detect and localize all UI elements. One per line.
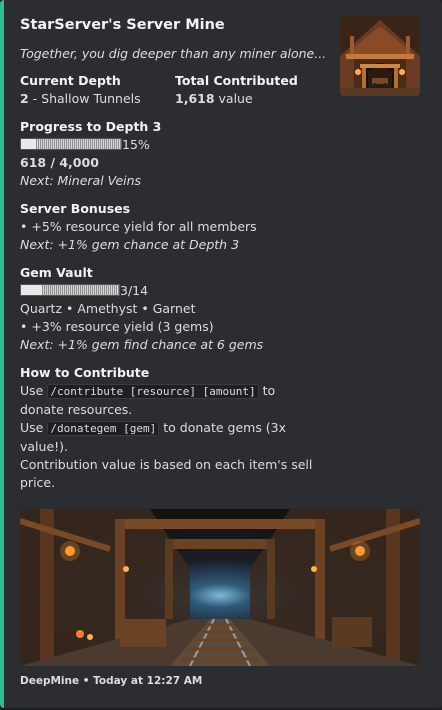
field-value: 1,618 value xyxy=(175,90,298,108)
gem-next: Next: +1% gem find chance at 6 gems xyxy=(20,337,264,352)
footer-separator: • xyxy=(79,675,94,687)
depth-label: - Shallow Tunnels xyxy=(28,91,141,106)
field-name: Current Depth xyxy=(20,73,121,88)
bonus-next: Next: +1% gem chance at Depth 3 xyxy=(20,237,240,252)
embed-description: Together, you dig deeper than any miner … xyxy=(20,46,327,61)
field-current-depth: Current Depth 2 - Shallow Tunnels xyxy=(20,73,141,108)
mine-tunnel-image[interactable] xyxy=(20,509,420,666)
bonus-line: • +5% resource yield for all members xyxy=(20,219,257,234)
field-value: 2 - Shallow Tunnels xyxy=(20,90,141,108)
contributed-amount: 1,618 xyxy=(175,91,215,106)
gem-count: 3/14 xyxy=(120,283,149,298)
howto-line: donate resources. xyxy=(20,402,133,417)
mine-entrance-icon[interactable] xyxy=(340,16,420,96)
progress-next: Next: Mineral Veins xyxy=(20,173,142,188)
gem-progress-fill xyxy=(21,285,42,295)
bot-embed: StarServer's Server Mine Together, you d… xyxy=(0,0,442,708)
field-progress: Progress to Depth 3 15% 618 / 4,000 Next… xyxy=(20,119,161,190)
field-gem-vault: Gem Vault 3/14 Quartz • Amethyst • Garne… xyxy=(20,265,263,354)
howto-text: Use xyxy=(20,420,48,435)
field-name: Server Bonuses xyxy=(20,201,131,216)
embed-footer: DeepMine • Today at 12:27 AM xyxy=(20,675,202,687)
embed-accent-bar xyxy=(0,0,4,708)
progress-bar xyxy=(20,138,122,150)
donategem-command: /donategem [gem] xyxy=(47,421,160,436)
contribute-command: /contribute [resource] [amount] xyxy=(47,384,259,399)
embed-title: StarServer's Server Mine xyxy=(20,17,225,33)
progress-row: 15% xyxy=(20,136,161,154)
field-name: Total Contributed xyxy=(175,73,298,88)
field-name: Gem Vault xyxy=(20,265,93,280)
gem-bonus: • +3% resource yield (3 gems) xyxy=(20,319,214,334)
progress-percent: 15% xyxy=(122,137,150,152)
footer-author: DeepMine xyxy=(20,675,80,687)
howto-line: value!). xyxy=(20,439,69,454)
gem-progress-bar xyxy=(20,284,120,296)
footer-timestamp: Today at 12:27 AM xyxy=(93,675,203,687)
howto-text: to xyxy=(258,383,276,398)
gem-list: Quartz • Amethyst • Garnet xyxy=(20,301,196,316)
howto-text: to donate gems (3x xyxy=(159,420,287,435)
progress-amount: 618 / 4,000 xyxy=(20,155,99,170)
field-name: How to Contribute xyxy=(20,365,150,380)
depth-number: 2 xyxy=(20,91,29,106)
contributed-unit: value xyxy=(214,91,253,106)
field-how-to-contribute: How to Contribute Use /contribute [resou… xyxy=(20,365,320,492)
howto-text: Use xyxy=(20,383,48,398)
howto-line: Contribution value is based on each item… xyxy=(20,457,313,472)
field-server-bonuses: Server Bonuses • +5% resource yield for … xyxy=(20,201,257,254)
howto-line: Use /donategem [gem] to donate gems (3x xyxy=(20,419,320,438)
field-name: Progress to Depth 3 xyxy=(20,119,162,134)
field-total-contributed: Total Contributed 1,618 value xyxy=(175,73,298,108)
gem-row: 3/14 xyxy=(20,282,263,300)
howto-line: price. xyxy=(20,475,56,490)
progress-fill xyxy=(21,139,36,149)
howto-line: Use /contribute [resource] [amount] to xyxy=(20,382,320,401)
